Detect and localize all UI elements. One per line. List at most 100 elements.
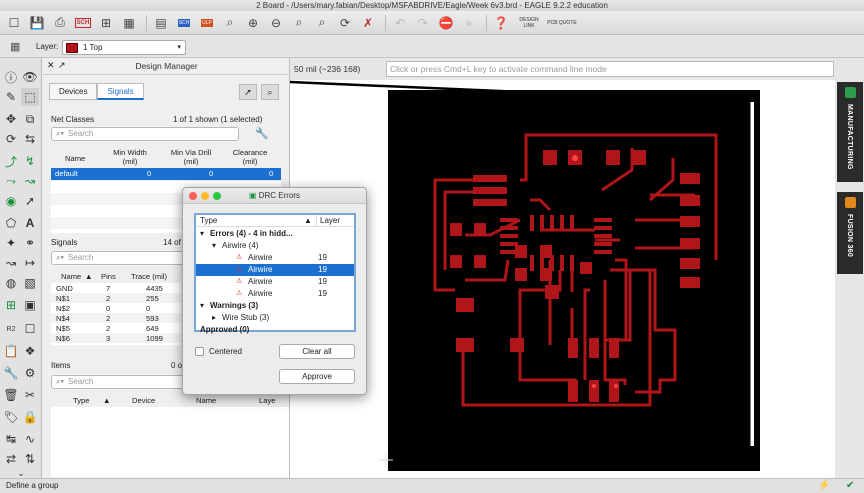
drc-list-item[interactable]: Approved (0) — [196, 324, 354, 336]
pcb-quote-button[interactable]: PCB QUOTE — [547, 14, 577, 32]
new-file-icon[interactable]: ☐ — [4, 14, 24, 32]
zoom-in-icon[interactable]: ⊕ — [243, 14, 263, 32]
split-icon[interactable]: ↯ — [21, 152, 39, 170]
smash-icon[interactable]: ❖ — [21, 342, 39, 360]
disclosure-open-icon[interactable]: ▾ — [212, 240, 216, 252]
table-row[interactable]: N$6 3 1099 — [51, 333, 181, 344]
group-icon[interactable]: ⬚ — [21, 88, 39, 106]
hole-icon[interactable]: ◍ — [2, 274, 20, 292]
go-icon[interactable]: ● — [459, 14, 479, 32]
rotate-icon[interactable]: ⟳ — [2, 130, 20, 148]
move-icon[interactable]: ✥ — [2, 110, 20, 128]
lightning-icon[interactable]: ⚡ — [818, 479, 830, 493]
dimension-icon[interactable]: ↦ — [21, 254, 39, 272]
layer-select[interactable]: 1 Top ▾ — [62, 40, 186, 55]
disclosure-open-icon[interactable]: ▾ — [200, 300, 204, 312]
drc-error-list[interactable]: Type ▲ Layer ▾ Errors (4) - 4 in hidd... ▾… — [194, 213, 356, 334]
maximize-button[interactable] — [213, 192, 221, 200]
arc-icon[interactable]: ⚭ — [21, 234, 39, 252]
fusion-360-tab[interactable]: FUSION 360 — [837, 192, 863, 274]
via-icon[interactable]: ◉ — [2, 192, 20, 210]
minimize-button[interactable] — [201, 192, 209, 200]
close-button[interactable] — [189, 192, 197, 200]
wrench-icon[interactable]: 🔧 — [2, 364, 20, 382]
net-classes-search[interactable]: ⌕▾ Search — [51, 127, 239, 141]
ripup-icon[interactable]: ⤳ — [2, 172, 20, 190]
meander-icon[interactable]: ∿ — [21, 430, 39, 448]
attribute-icon[interactable]: ▧ — [21, 274, 39, 292]
info-icon[interactable]: ⓘ — [2, 68, 20, 86]
print-icon[interactable]: ⎙ — [50, 14, 70, 32]
select-icon[interactable]: ➚ — [239, 84, 257, 100]
signals-search[interactable]: ⌕▾ Search — [51, 251, 186, 265]
net-class-row[interactable]: default 0 0 0 — [51, 168, 281, 181]
r2-icon[interactable]: R2 — [2, 320, 20, 338]
paste-icon[interactable]: 📋 — [2, 342, 20, 360]
cam-icon[interactable]: ⊞ — [96, 14, 116, 32]
clear-all-button[interactable]: Clear all — [279, 344, 355, 359]
check-icon[interactable]: ✔ — [846, 479, 854, 493]
script-icon[interactable]: SCH — [174, 14, 194, 32]
wrench-icon[interactable]: 🔧 — [255, 127, 269, 140]
approve-button[interactable]: Approve — [279, 369, 355, 384]
layers-icon[interactable]: ▤ — [151, 14, 171, 32]
drc-list-item[interactable]: ⚠ Airwire 19 — [196, 288, 354, 300]
disclosure-closed-icon[interactable]: ▸ — [212, 312, 216, 324]
design-link-button[interactable]: DESIGN LINK — [514, 14, 544, 32]
items-search[interactable]: ⌕▾ Search — [51, 375, 186, 389]
settings-icon[interactable]: ⚙ — [21, 364, 39, 382]
drc-list-item[interactable]: ⚠ Airwire 19 — [196, 252, 354, 264]
ratsnest-icon[interactable]: ✗ — [358, 14, 378, 32]
undock-icon[interactable]: ↗ — [58, 60, 66, 71]
drc-list-item[interactable]: ⚠ Airwire 19 — [196, 264, 354, 276]
drc-list-item[interactable]: ▾ Airwire (4) — [196, 240, 354, 252]
drc-list-item[interactable]: ▾ Warnings (3) — [196, 300, 354, 312]
manufacturing-tab[interactable]: MANUFACTURING — [837, 82, 863, 182]
ulp-icon[interactable]: ULP — [197, 14, 217, 32]
redraw-icon[interactable]: ⟳ — [335, 14, 355, 32]
delete-icon[interactable]: 🗑 — [2, 386, 20, 404]
autoroute-icon[interactable]: ↝ — [21, 172, 39, 190]
centered-checkbox[interactable] — [195, 347, 204, 356]
zoom-select-icon[interactable]: ⌕ — [289, 14, 309, 32]
polygon-icon[interactable]: ⬠ — [2, 214, 20, 232]
tab-signals[interactable]: Signals — [97, 83, 144, 100]
zoom-icon[interactable]: ⌕ — [261, 84, 279, 100]
label-tool-icon[interactable]: 🏷 — [2, 408, 20, 426]
redo-icon[interactable]: ↷ — [413, 14, 433, 32]
save-icon[interactable]: 💾 — [27, 14, 47, 32]
drc-list-item[interactable]: ▸ Wire Stub (3) — [196, 312, 354, 324]
lock-icon[interactable]: 🔒 — [21, 408, 39, 426]
zoom-fit-icon[interactable]: ⌕ — [220, 14, 240, 32]
tab-devices[interactable]: Devices — [49, 83, 98, 100]
disclosure-open-icon[interactable]: ▾ — [200, 228, 204, 240]
command-line-input[interactable]: Click or press Cmd+L key to activate com… — [386, 61, 834, 77]
tag-icon[interactable]: ✎ — [2, 88, 20, 106]
schematic-icon[interactable]: SCH — [73, 14, 93, 32]
drc-list-item[interactable]: ▾ Errors (4) - 4 in hidd... — [196, 228, 354, 240]
help-icon[interactable]: ❓ — [491, 14, 511, 32]
eye-icon[interactable]: 👁 — [21, 68, 39, 86]
zoom-area-icon[interactable]: ⌕ — [312, 14, 332, 32]
mirror-icon[interactable]: ⇆ — [21, 130, 39, 148]
copy-icon[interactable]: ⧉ — [21, 110, 39, 128]
add-icon[interactable]: ⊞ — [2, 296, 20, 314]
replace-icon[interactable]: ▣ — [21, 296, 39, 314]
cut-icon[interactable]: ✂ — [21, 386, 39, 404]
drc-list-item[interactable]: ⚠ Airwire 19 — [196, 276, 354, 288]
circle-tool-icon[interactable]: ✦ — [2, 234, 20, 252]
grid-icon[interactable]: ▦ — [10, 40, 20, 53]
library-icon[interactable]: ▦ — [119, 14, 139, 32]
stop-icon[interactable]: ⛔ — [436, 14, 456, 32]
wire-icon[interactable]: ➚ — [21, 192, 39, 210]
zoom-out-icon[interactable]: ⊖ — [266, 14, 286, 32]
value-icon[interactable]: ☐ — [21, 320, 39, 338]
rect-icon[interactable]: ↝ — [2, 254, 20, 272]
search-icon: ⌕▾ — [56, 129, 64, 138]
close-icon[interactable]: ✕ — [47, 60, 55, 71]
undo-icon[interactable]: ↶ — [390, 14, 410, 32]
optimize-icon[interactable]: ↹ — [2, 430, 20, 448]
text-icon[interactable]: A — [21, 214, 39, 232]
route-icon[interactable]: ⤴ — [2, 152, 20, 170]
drc-list-header: Type ▲ Layer — [196, 215, 354, 227]
